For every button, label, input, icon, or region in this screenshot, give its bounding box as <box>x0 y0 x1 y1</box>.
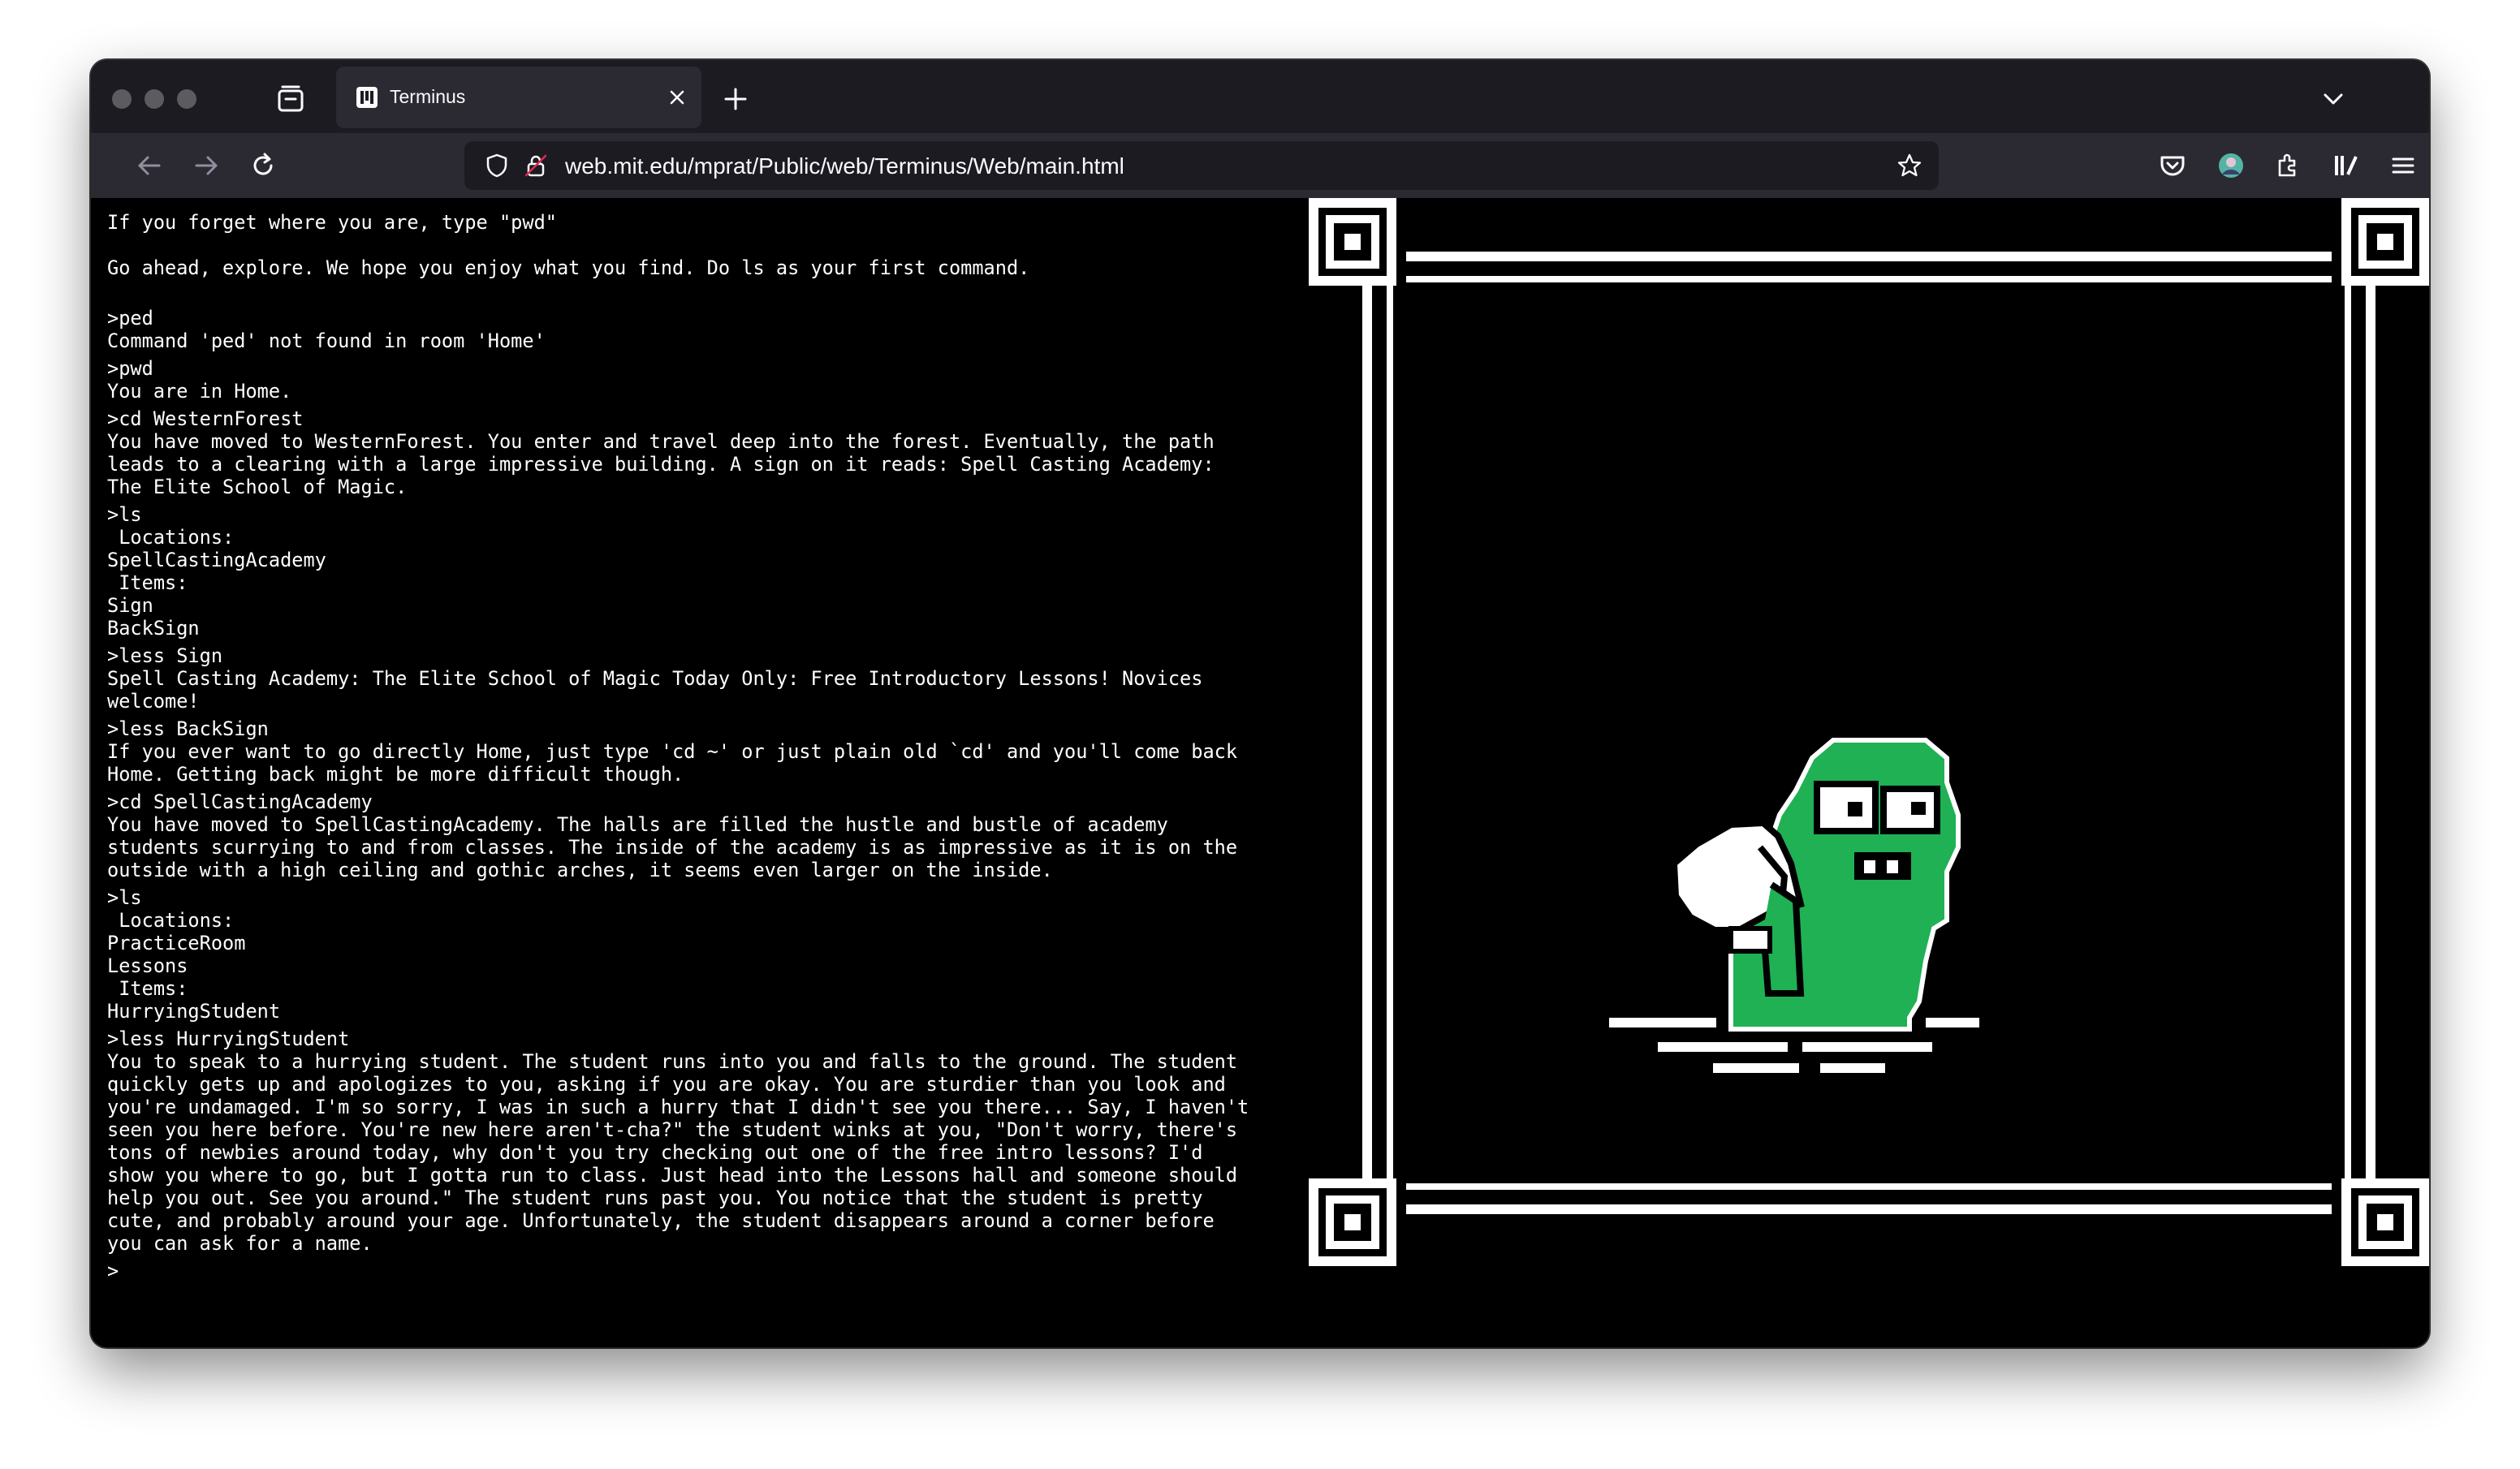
page-content: If you forget where you are, type "pwd" G… <box>91 198 2429 1347</box>
tab-bar: Terminus <box>91 60 2429 133</box>
terminal-output-line: BackSign <box>107 617 200 640</box>
terminal-output-line: welcome! <box>107 690 200 713</box>
terminal-output-line: you're undamaged. I'm so sorry, I was in… <box>107 1096 1249 1118</box>
forward-arrow-icon[interactable] <box>190 149 222 182</box>
terminal-command-line: >ped <box>107 307 153 330</box>
terminal-output-line: If you ever want to go directly Home, ju… <box>107 740 1238 763</box>
terminus-favicon <box>356 87 378 108</box>
terminal-output-line: show you where to go, but I gotta run to… <box>107 1164 1238 1187</box>
terminal-output-line: help you out. See you around." The stude… <box>107 1187 1203 1209</box>
terminal-output-line: You have moved to SpellCastingAcademy. T… <box>107 813 1168 836</box>
terminal-output-line: students scurrying to and from classes. … <box>107 836 1238 859</box>
terminal-output-line: cute, and probably around your age. Unfo… <box>107 1209 1215 1232</box>
terminal-output-line: leads to a clearing with a large impress… <box>107 453 1215 476</box>
terminal-output-line: Go ahead, explore. We hope you enjoy wha… <box>107 256 1030 279</box>
terminal-output-line: Lessons <box>107 954 188 977</box>
chevron-down-icon[interactable] <box>2319 84 2348 114</box>
terminal-output-line: You have moved to WesternForest. You ent… <box>107 430 1215 453</box>
terminal-command-line: >ls <box>107 886 142 909</box>
terminal-output-line: you can ask for a name. <box>107 1232 373 1255</box>
puzzle-icon[interactable] <box>2272 149 2304 182</box>
terminal-output-line: Spell Casting Academy: The Elite School … <box>107 667 1203 690</box>
terminal-output-line: Home. Getting back might be more difficu… <box>107 763 684 786</box>
close-window-button[interactable] <box>112 89 132 109</box>
terminal-command-line: >less Sign <box>107 644 223 667</box>
terminal-output-line: Locations: <box>107 526 235 549</box>
terminal-command-line: >ls <box>107 503 142 526</box>
terminal-command-line: >pwd <box>107 357 153 380</box>
terminal-output-line: outside with a high ceiling and gothic a… <box>107 859 1053 881</box>
terminal-command-line: >less BackSign <box>107 717 269 740</box>
browser-window: Terminus web.mit.edu/mprat/Public/web/Te… <box>91 60 2429 1347</box>
terminal-output-line: Locations: <box>107 909 235 932</box>
terminal-output-line: You are in Home. <box>107 380 292 403</box>
terminal-prompt[interactable]: > <box>107 1260 1301 1282</box>
terminal-output-line: If you forget where you are, type "pwd" <box>107 211 557 234</box>
reload-icon[interactable] <box>247 149 279 182</box>
tab-title: Terminus <box>390 86 466 107</box>
lock-icon[interactable] <box>523 153 549 179</box>
terminal-output-line: Items: <box>107 977 188 1000</box>
terminal-command-line: >less HurryingStudent <box>107 1027 350 1050</box>
url-text: web.mit.edu/mprat/Public/web/Terminus/We… <box>565 153 1124 179</box>
terminal-output-line: tons of newbies around today, why don't … <box>107 1141 1203 1164</box>
terminal-output-line: You to speak to a hurrying student. The … <box>107 1050 1238 1073</box>
tab-manager-icon[interactable] <box>274 83 307 115</box>
terminal-output-line: seen you here before. You're new here ar… <box>107 1118 1238 1141</box>
terminal-output-line: Items: <box>107 571 188 594</box>
terminal-command-line: >cd SpellCastingAcademy <box>107 791 373 813</box>
game-illustration <box>1309 198 2429 1266</box>
pocket-icon[interactable] <box>2156 149 2189 182</box>
address-bar[interactable]: web.mit.edu/mprat/Public/web/Terminus/We… <box>464 141 1939 190</box>
zoom-window-button[interactable] <box>177 89 196 109</box>
avatar-icon[interactable] <box>2215 149 2247 182</box>
terminal-output-line: SpellCastingAcademy <box>107 549 326 571</box>
terminal-output-line: HurryingStudent <box>107 1000 281 1023</box>
greek-key-frame <box>1309 198 2429 1266</box>
terminal-output-line: The Elite School of Magic. <box>107 476 408 498</box>
star-icon[interactable] <box>1896 153 1922 179</box>
library-icon[interactable] <box>2330 149 2362 182</box>
terminal-text: If you forget where you are, type "pwd" G… <box>107 211 1301 1282</box>
corner-centers <box>1344 234 2393 1230</box>
terminal-output[interactable]: If you forget where you are, type "pwd" G… <box>91 198 1276 1347</box>
navigation-toolbar: web.mit.edu/mprat/Public/web/Terminus/We… <box>91 133 2429 198</box>
terminal-output-line: PracticeRoom <box>107 932 246 954</box>
tab-terminus[interactable]: Terminus <box>336 67 701 128</box>
minimize-window-button[interactable] <box>145 89 164 109</box>
shield-icon[interactable] <box>484 153 510 179</box>
close-icon[interactable] <box>664 84 690 110</box>
back-arrow-icon[interactable] <box>133 149 166 182</box>
terminal-output-line: Sign <box>107 594 153 617</box>
terminal-output-line: quickly gets up and apologizes to you, a… <box>107 1073 1226 1096</box>
terminal-output-line: Command 'ped' not found in room 'Home' <box>107 330 546 352</box>
hamburger-menu-icon[interactable] <box>2387 149 2419 182</box>
terminal-command-line: >cd WesternForest <box>107 407 304 430</box>
plus-icon[interactable] <box>719 83 752 115</box>
